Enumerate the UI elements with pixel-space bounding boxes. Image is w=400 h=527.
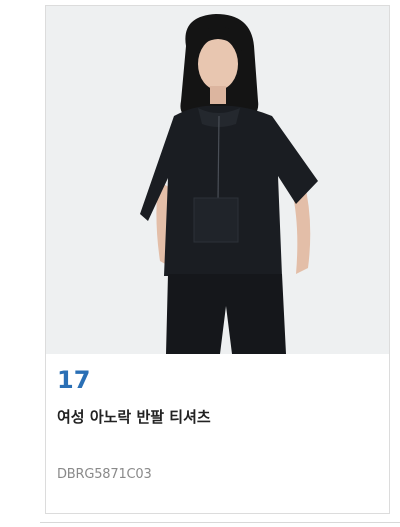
product-code: DBRG5871C03 [57,467,152,482]
product-image[interactable] [46,6,389,354]
product-card[interactable]: 17 여성 아노락 반팔 티셔츠 DBRG5871C03 [45,5,390,514]
product-rank: 17 [57,366,91,394]
divider [40,522,400,523]
product-name[interactable]: 여성 아노락 반팔 티셔츠 [57,410,211,425]
product-photo-illustration [46,6,389,354]
